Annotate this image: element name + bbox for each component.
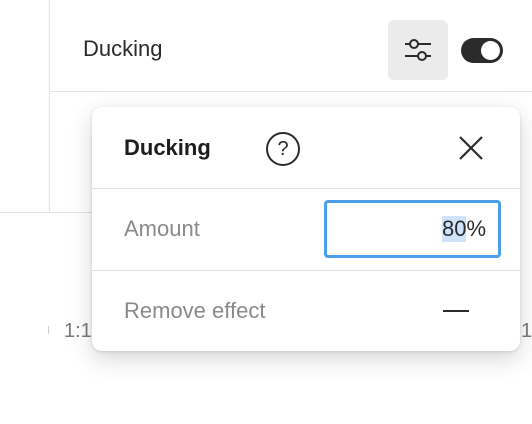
timeline-divider xyxy=(0,212,100,213)
effect-settings-button[interactable] xyxy=(388,20,448,80)
amount-input[interactable]: 80% xyxy=(324,200,501,258)
amount-label: Amount xyxy=(124,216,200,241)
effect-row-label: Ducking xyxy=(83,36,163,61)
remove-effect-label[interactable]: Remove effect xyxy=(124,297,265,325)
close-icon[interactable] xyxy=(458,135,484,161)
page: Ducking 1:1 1 Ducking ? Amount 80% Remov… xyxy=(0,0,532,424)
panel-divider-horizontal xyxy=(49,91,532,92)
popover-title: Ducking xyxy=(124,135,211,160)
sliders-icon xyxy=(405,39,431,61)
amount-value: 80 xyxy=(441,216,467,242)
timeline-tick xyxy=(48,326,49,334)
minus-icon[interactable] xyxy=(443,310,469,312)
effect-toggle[interactable] xyxy=(461,38,503,63)
help-icon[interactable]: ? xyxy=(266,132,300,166)
amount-suffix: % xyxy=(466,216,486,241)
popover-divider xyxy=(92,270,520,271)
popover-header: Ducking ? xyxy=(92,107,520,189)
toggle-knob xyxy=(481,41,500,60)
popover-divider xyxy=(92,188,520,189)
timeline-label-right: 1 xyxy=(521,320,532,342)
ducking-popover: Ducking ? Amount 80% Remove effect xyxy=(92,107,520,351)
timeline-label: 1:1 xyxy=(64,320,92,342)
panel-divider-vertical xyxy=(49,0,50,212)
